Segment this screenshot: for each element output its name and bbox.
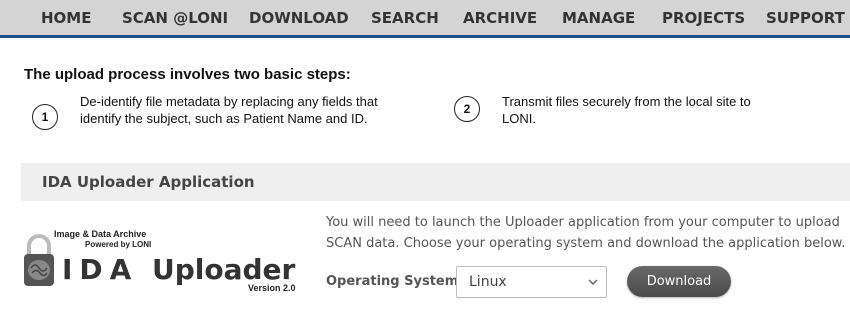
nav-scan-loni[interactable]: SCAN @LONI [122,9,228,27]
nav-projects[interactable]: PROJECTS [662,9,745,27]
os-label: Operating System [326,274,459,289]
uploader-section-header: IDA Uploader Application [21,163,850,201]
nav-download[interactable]: DOWNLOAD [249,9,349,27]
step-1-text: De-identify file metadata by replacing a… [80,94,378,126]
logo-tagline-2: Powered by LONI [85,240,152,249]
nav-archive[interactable]: ARCHIVE [463,9,537,27]
os-selected-value: Linux [469,274,507,290]
nav-search[interactable]: SEARCH [371,9,439,27]
step-1-number: 1 [32,104,58,130]
logo-ida-text: IDA [62,253,139,286]
ida-uploader-logo: Image & Data Archive Powered by LONI IDA… [22,226,304,296]
section-title: IDA Uploader Application [42,173,255,191]
download-button[interactable]: Download [627,266,731,297]
top-navigation: HOME SCAN @LONI DOWNLOAD SEARCH ARCHIVE … [0,0,850,38]
padlock-brain-icon [24,234,54,286]
chevron-down-icon [588,279,598,286]
os-select[interactable]: Linux [456,266,607,298]
logo-version: Version 2.0 [248,283,296,293]
uploader-intro: You will need to launch the Uploader app… [326,215,846,251]
logo-uploader-text: Uploader [152,253,296,286]
nav-manage[interactable]: MANAGE [562,9,635,27]
nav-home[interactable]: HOME [41,9,91,27]
step-2-number: 2 [454,96,480,122]
steps-title: The upload process involves two basic st… [24,66,351,83]
nav-support[interactable]: SUPPORT [766,9,845,27]
logo-tagline-1: Image & Data Archive [54,229,147,239]
step-2-text: Transmit files securely from the local s… [502,94,751,126]
